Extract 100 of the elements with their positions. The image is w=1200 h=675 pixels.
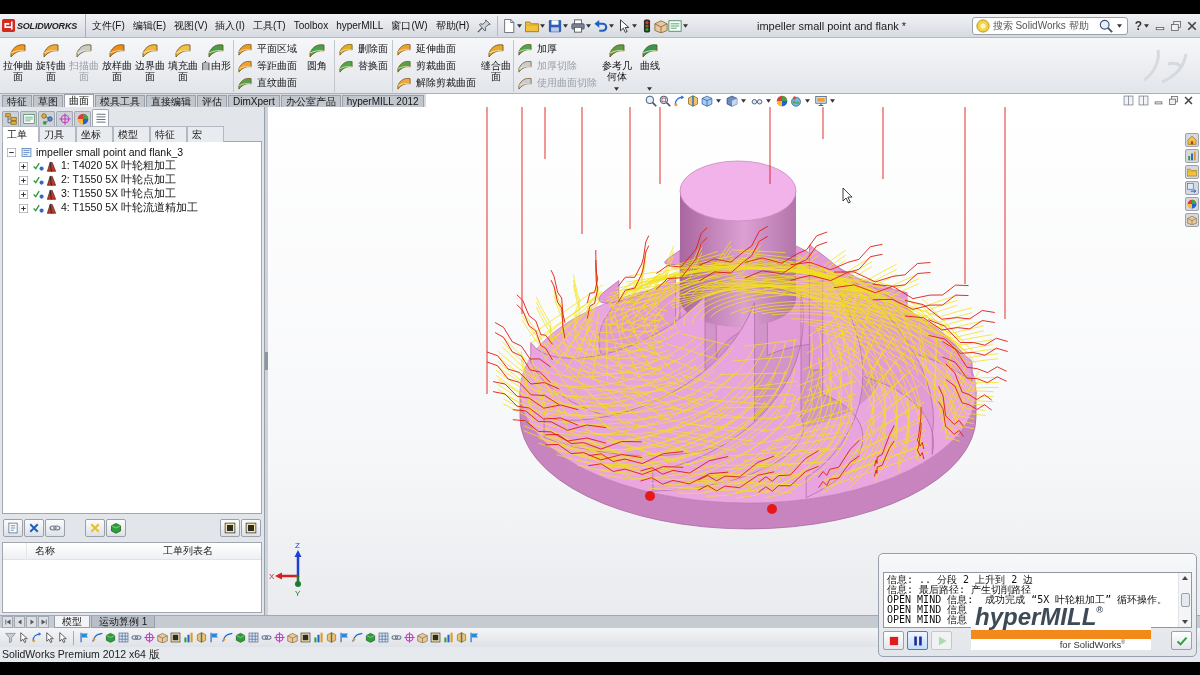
- ribbon-button[interactable]: 圆角: [301, 40, 333, 92]
- panel-tab[interactable]: 坐标: [76, 126, 113, 142]
- caret-icon[interactable]: [805, 98, 810, 103]
- magnifier-box-icon[interactable]: [659, 94, 671, 107]
- caret-icon[interactable]: [741, 98, 746, 103]
- cube-icon[interactable]: [701, 94, 713, 107]
- scrollbar[interactable]: [1178, 573, 1191, 627]
- curve-arrow-icon[interactable]: [31, 632, 42, 643]
- ribbon-button[interactable]: 延伸曲面: [397, 40, 476, 57]
- ribbon-button[interactable]: 直纹曲面: [238, 74, 297, 91]
- close-icon[interactable]: [1186, 19, 1198, 32]
- menu-item[interactable]: 帮助(H): [431, 15, 474, 36]
- page-icon[interactable]: [502, 18, 517, 33]
- menu-item[interactable]: 窗口(W): [387, 15, 432, 36]
- ribbon-button[interactable]: 等距曲面: [238, 57, 297, 74]
- close-icon[interactable]: [1183, 95, 1194, 106]
- sphere-icon[interactable]: [1185, 197, 1199, 211]
- ribbon-button[interactable]: 旋转曲面: [35, 40, 67, 92]
- caret-icon[interactable]: [766, 98, 771, 103]
- section-cube-icon[interactable]: [687, 94, 699, 107]
- caret-icon[interactable]: [683, 23, 689, 28]
- undo-arrow-icon[interactable]: [594, 18, 609, 33]
- section-cube-icon[interactable]: [196, 632, 207, 643]
- panel-tab[interactable]: [2, 111, 19, 126]
- caret-icon[interactable]: [517, 23, 523, 28]
- caret-icon[interactable]: [586, 23, 592, 28]
- panel-tab[interactable]: 特征: [150, 126, 187, 142]
- house-icon[interactable]: [1185, 133, 1199, 147]
- frame-icon[interactable]: [430, 632, 441, 643]
- scroll-down-icon[interactable]: [1182, 620, 1188, 624]
- ribbon-button[interactable]: 替换面: [339, 57, 388, 74]
- model-tab[interactable]: 模型: [54, 616, 90, 628]
- tile-window-icon[interactable]: [1123, 95, 1134, 106]
- caret-icon[interactable]: [716, 98, 721, 103]
- tree-item[interactable]: 2: T1550 5X 叶轮点加工: [61, 173, 176, 187]
- section-cube-icon[interactable]: [456, 632, 467, 643]
- confirm-button[interactable]: [1171, 631, 1192, 650]
- nav-button[interactable]: [38, 616, 49, 628]
- crosshair-icon[interactable]: [144, 632, 155, 643]
- pin-icon[interactable]: [477, 18, 492, 33]
- caret-icon[interactable]: [563, 23, 569, 28]
- shaded-cube-icon[interactable]: [726, 94, 738, 107]
- curve-icon[interactable]: [92, 632, 103, 643]
- command-tab[interactable]: 办公室产品: [280, 95, 341, 107]
- flag-icon[interactable]: [79, 632, 90, 643]
- section-cube-icon[interactable]: [326, 632, 337, 643]
- flag-icon[interactable]: [469, 632, 480, 643]
- menu-item[interactable]: 文件(F): [88, 15, 129, 36]
- ribbon-button[interactable]: 放样曲面: [101, 40, 133, 92]
- panel-tab[interactable]: [56, 111, 73, 126]
- ribbon-button[interactable]: 解除剪裁曲面: [397, 74, 476, 91]
- ribbon-button[interactable]: 平面区域: [238, 40, 297, 57]
- search-icon[interactable]: [1098, 18, 1113, 33]
- tree-item[interactable]: 1: T4020 5X 叶轮粗加工: [61, 159, 176, 173]
- tree-item[interactable]: 4: T1550 5X 叶轮流道精加工: [61, 201, 198, 215]
- splitter-handle[interactable]: [265, 352, 268, 370]
- restore-icon[interactable]: [1168, 95, 1179, 106]
- nav-button[interactable]: [14, 616, 25, 628]
- caret-icon[interactable]: [646, 87, 652, 91]
- frame-icon[interactable]: [170, 632, 181, 643]
- grid-icon[interactable]: [118, 632, 129, 643]
- ribbon-button[interactable]: 填充曲面: [167, 40, 199, 92]
- caret-icon[interactable]: [609, 23, 615, 28]
- command-tab[interactable]: 特征: [2, 95, 32, 107]
- menu-item[interactable]: Toolbox: [289, 15, 333, 36]
- panel-tab[interactable]: [74, 111, 91, 126]
- command-tab[interactable]: 评估: [197, 95, 227, 107]
- curve-icon[interactable]: [222, 632, 233, 643]
- block-icon[interactable]: [105, 632, 116, 643]
- nav-button[interactable]: [2, 616, 13, 628]
- crosshair-icon[interactable]: [404, 632, 415, 643]
- minus-box-icon[interactable]: [7, 147, 16, 157]
- command-tab[interactable]: 草图: [33, 95, 63, 107]
- ribbon-button[interactable]: 参考几何体: [601, 40, 633, 92]
- plus-box-icon[interactable]: [19, 175, 28, 185]
- block-icon[interactable]: [235, 632, 246, 643]
- flag-icon[interactable]: [339, 632, 350, 643]
- flag-icon[interactable]: [209, 632, 220, 643]
- command-tab[interactable]: DimXpert: [228, 95, 280, 107]
- restore-icon[interactable]: [1170, 19, 1182, 32]
- chart-icon[interactable]: [313, 632, 324, 643]
- command-tab[interactable]: 直接编辑: [146, 95, 196, 107]
- menu-item[interactable]: 工具(T): [248, 15, 290, 36]
- caret-icon[interactable]: [613, 87, 619, 91]
- plus-box-icon[interactable]: [19, 161, 28, 171]
- box-icon[interactable]: [654, 18, 669, 33]
- caret-icon[interactable]: [1116, 23, 1122, 28]
- curve-icon[interactable]: [352, 632, 363, 643]
- chart-icon[interactable]: [443, 632, 454, 643]
- block-icon[interactable]: [365, 632, 376, 643]
- help-button[interactable]: ?: [1133, 18, 1143, 33]
- panel-tab[interactable]: 宏: [187, 126, 224, 142]
- caret-icon[interactable]: [1144, 23, 1149, 28]
- pause-button[interactable]: [907, 631, 928, 650]
- toolbar-button[interactable]: [24, 519, 44, 537]
- pointer-icon[interactable]: [44, 632, 55, 643]
- panel-tab[interactable]: [38, 111, 55, 126]
- ribbon-button[interactable]: 剪裁曲面: [397, 57, 476, 74]
- ribbon-button[interactable]: 自由形: [200, 40, 232, 92]
- ribbon-button[interactable]: 删除面: [339, 40, 388, 57]
